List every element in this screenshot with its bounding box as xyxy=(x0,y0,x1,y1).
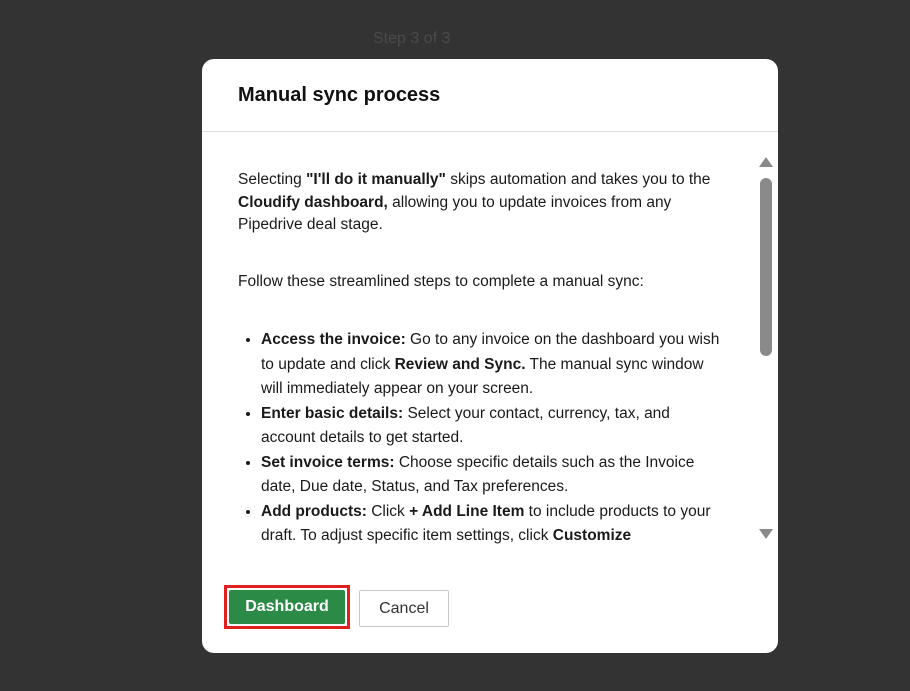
scrollbar[interactable] xyxy=(757,155,775,545)
list-item: Enter basic details: Select your contact… xyxy=(261,402,720,451)
modal-title: Manual sync process xyxy=(238,84,441,106)
scroll-down-arrow-icon[interactable] xyxy=(759,529,773,539)
step-indicator: Step 3 of 3 xyxy=(373,30,451,47)
manual-sync-modal: Manual sync process Selecting "I'll do i… xyxy=(202,59,778,653)
modal-header: Manual sync process xyxy=(202,59,778,132)
intro-bold-1: "I'll do it manually" xyxy=(306,171,446,188)
step-title: Add products: xyxy=(261,502,367,520)
intro-text-2: skips automation and takes you to the xyxy=(445,171,711,188)
scrollbar-thumb[interactable] xyxy=(760,178,772,356)
dashboard-button-label[interactable]: Dashboard xyxy=(229,590,345,624)
step-title: Access the invoice: xyxy=(261,331,406,348)
dashboard-button[interactable]: Dashboard xyxy=(224,585,350,629)
step-title: Enter basic details: xyxy=(261,404,404,422)
intro-paragraph: Selecting "I'll do it manually" skips au… xyxy=(238,169,720,237)
scroll-up-arrow-icon[interactable] xyxy=(759,157,773,167)
list-item: Access the invoice: Go to any invoice on… xyxy=(261,328,720,402)
step-emphasis: Review and Sync. xyxy=(394,355,526,373)
step-emphasis: + Add Line Item xyxy=(409,502,525,520)
step-title: Set invoice terms: xyxy=(261,453,395,471)
intro-text-1: Selecting xyxy=(238,171,307,188)
step-text: Click xyxy=(366,502,410,520)
cancel-button[interactable]: Cancel xyxy=(359,590,449,627)
list-item: Set invoice terms: Choose specific detai… xyxy=(261,451,720,500)
step-emphasis: Customize xyxy=(552,527,632,544)
list-item: Add products: Click + Add Line Item to i… xyxy=(261,500,720,549)
modal-body[interactable]: Selecting "I'll do it manually" skips au… xyxy=(238,157,720,549)
follow-paragraph: Follow these streamlined steps to comple… xyxy=(238,272,644,290)
intro-bold-2: Cloudify dashboard, xyxy=(238,193,388,211)
steps-list: Access the invoice: Go to any invoice on… xyxy=(238,328,720,549)
